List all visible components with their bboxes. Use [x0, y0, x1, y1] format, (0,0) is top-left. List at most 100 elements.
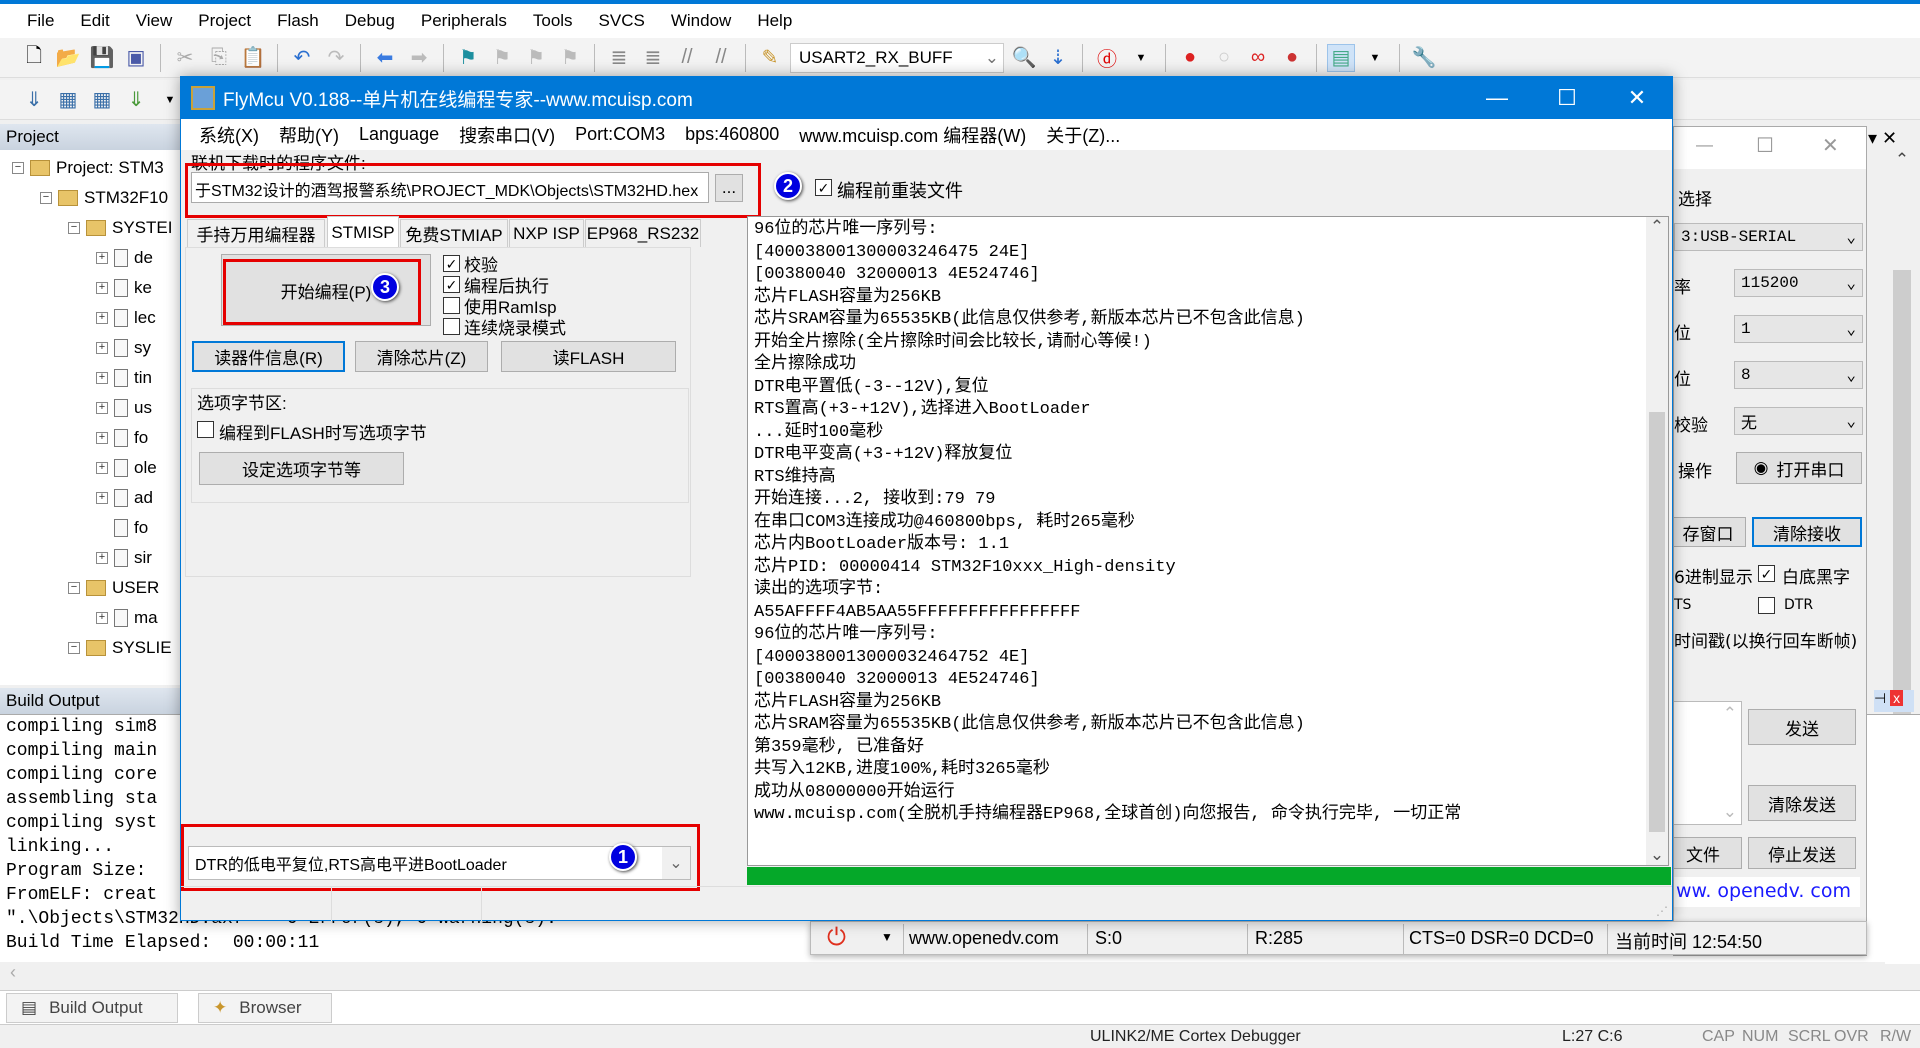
bookmark-clear-icon[interactable]: ⚑: [556, 44, 584, 72]
send-textarea[interactable]: ⌃ ⌄: [1674, 701, 1742, 825]
tree-item[interactable]: fo: [96, 514, 148, 542]
expand-icon[interactable]: +: [96, 402, 108, 414]
find-icon[interactable]: 🔍: [1010, 44, 1038, 72]
log-scrollbar[interactable]: ⌃ ⌄: [1646, 217, 1668, 865]
menu-flash[interactable]: Flash: [264, 11, 332, 31]
openedv-link[interactable]: ww. openedv. com: [1674, 877, 1860, 907]
option-checkbox[interactable]: ✓: [443, 255, 460, 272]
minimize-icon[interactable]: —: [1462, 77, 1532, 119]
expand-icon[interactable]: +: [96, 552, 108, 564]
uncomment-icon[interactable]: //: [707, 44, 735, 72]
tree-item[interactable]: − STM32F10: [40, 184, 168, 212]
clear-send-button[interactable]: 清除发送: [1748, 785, 1856, 821]
stop-bits-select[interactable]: 1 ⌄: [1734, 315, 1863, 343]
port-select[interactable]: 3:USB-SERIAL ⌄: [1674, 223, 1863, 251]
cut-icon[interactable]: ✂: [171, 44, 199, 72]
save-icon[interactable]: 💾: [88, 44, 116, 72]
redo-icon[interactable]: ↷: [322, 44, 350, 72]
set-option-bytes-button[interactable]: 设定选项字节等: [199, 452, 404, 485]
tab-browser[interactable]: ✦ Browser: [198, 993, 332, 1023]
tree-item[interactable]: + fo: [96, 424, 148, 452]
option-checkbox[interactable]: [443, 297, 460, 314]
debug-session-icon[interactable]: ⓓ: [1093, 44, 1121, 72]
collapse-icon[interactable]: −: [68, 582, 80, 594]
tree-item[interactable]: + us: [96, 394, 152, 422]
tree-item[interactable]: − Project: STM3: [12, 154, 164, 182]
paste-icon[interactable]: 📋: [239, 44, 267, 72]
comment-icon[interactable]: //: [673, 44, 701, 72]
white-bg-checkbox[interactable]: ✓: [1758, 565, 1775, 582]
tab-handheld[interactable]: 手持万用编程器: [187, 219, 325, 247]
copy-icon[interactable]: ⎘: [205, 44, 233, 72]
tree-item[interactable]: + tin: [96, 364, 152, 392]
menu-edit[interactable]: Edit: [67, 11, 122, 31]
indent-icon[interactable]: ≣: [605, 44, 633, 72]
tree-item[interactable]: + sy: [96, 334, 151, 362]
expand-icon[interactable]: +: [96, 282, 108, 294]
collapse-icon[interactable]: −: [40, 192, 52, 204]
scroll-left-icon[interactable]: ‹: [10, 962, 16, 982]
file-path-input[interactable]: 于STM32设计的酒驾报警系统\PROJECT_MDK\Objects\STM3…: [191, 172, 709, 203]
tree-item[interactable]: + lec: [96, 304, 156, 332]
tree-item[interactable]: + sir: [96, 544, 152, 572]
flymcu-menu-item[interactable]: www.mcuisp.com 编程器(W): [789, 122, 1036, 148]
send-button[interactable]: 发送: [1748, 709, 1856, 745]
panel-menu-icon[interactable]: ▾ ✕: [1868, 128, 1897, 149]
flymcu-menu-item[interactable]: 关于(Z)...: [1036, 122, 1130, 148]
save-all-icon[interactable]: ▣: [122, 44, 150, 72]
flymcu-menu-item[interactable]: bps:460800: [675, 124, 789, 145]
option-checkbox[interactable]: [443, 318, 460, 335]
menu-svcs[interactable]: SVCS: [586, 11, 658, 31]
flymcu-menu-item[interactable]: 搜索串口(V): [449, 122, 565, 148]
menu-view[interactable]: View: [123, 11, 186, 31]
expand-icon[interactable]: +: [96, 432, 108, 444]
scroll-up-icon[interactable]: ⌃: [1887, 150, 1917, 170]
tab-stmisp[interactable]: STMISP: [327, 216, 399, 248]
option-checkbox[interactable]: ✓: [443, 276, 460, 293]
expand-icon[interactable]: +: [96, 462, 108, 474]
clear-receive-button[interactable]: 清除接收: [1752, 517, 1862, 547]
power-icon[interactable]: ⏻: [827, 924, 846, 952]
parity-select[interactable]: 无 ⌄: [1734, 407, 1863, 435]
write-option-bytes-checkbox[interactable]: [197, 421, 214, 438]
tab-ep968[interactable]: EP968_RS232: [585, 219, 701, 247]
unindent-icon[interactable]: ≣: [639, 44, 667, 72]
pin-icon[interactable]: ⊣: [1874, 690, 1886, 706]
tree-item[interactable]: − USER: [68, 574, 159, 602]
collapse-icon[interactable]: −: [12, 162, 24, 174]
window-layout-icon[interactable]: ▤: [1327, 43, 1355, 72]
dtr-checkbox[interactable]: [1758, 597, 1775, 614]
scroll-up-icon[interactable]: ⌃: [1723, 704, 1737, 724]
maximize-icon[interactable]: ☐: [1756, 133, 1774, 158]
menu-debug[interactable]: Debug: [332, 11, 408, 31]
flymcu-menu-item[interactable]: 系统(X): [189, 122, 269, 148]
collapse-icon[interactable]: −: [68, 222, 80, 234]
open-folder-icon[interactable]: 📂: [54, 44, 82, 72]
bookmark-icon[interactable]: ⚑: [454, 44, 482, 72]
translate-icon[interactable]: ⇓: [20, 86, 48, 114]
dropdown-arrow-icon[interactable]: ▼: [1127, 44, 1155, 72]
tree-item[interactable]: − SYSTEI: [68, 214, 172, 242]
menu-window[interactable]: Window: [658, 11, 744, 31]
browse-button[interactable]: ...: [715, 174, 743, 202]
read-flash-button[interactable]: 读FLASH: [501, 341, 676, 372]
close-icon[interactable]: ✕: [1602, 77, 1672, 119]
flymcu-menu-item[interactable]: Port:COM3: [565, 124, 675, 145]
expand-icon[interactable]: +: [96, 612, 108, 624]
scroll-down-icon[interactable]: ⌄: [1646, 845, 1668, 865]
menu-peripherals[interactable]: Peripherals: [408, 11, 520, 31]
flymcu-menu-item[interactable]: Language: [349, 124, 449, 145]
tree-item[interactable]: + ma: [96, 604, 158, 632]
expand-icon[interactable]: +: [96, 342, 108, 354]
bookmark-prev-icon[interactable]: ⚑: [488, 44, 516, 72]
erase-chip-button[interactable]: 清除芯片(Z): [355, 341, 488, 372]
dropdown-arrow-icon[interactable]: ▼: [881, 930, 893, 944]
menu-help[interactable]: Help: [744, 11, 805, 31]
flymcu-menu-item[interactable]: 帮助(Y): [269, 122, 349, 148]
scroll-down-icon[interactable]: ⌄: [1723, 802, 1737, 822]
find-combo[interactable]: USART2_RX_BUFF ⌄: [790, 42, 1004, 73]
reload-checkbox[interactable]: ✓: [815, 179, 832, 196]
find-in-files-icon[interactable]: ✎: [756, 44, 784, 72]
minimize-icon[interactable]: —: [1696, 135, 1713, 155]
data-bits-select[interactable]: 8 ⌄: [1734, 361, 1863, 389]
